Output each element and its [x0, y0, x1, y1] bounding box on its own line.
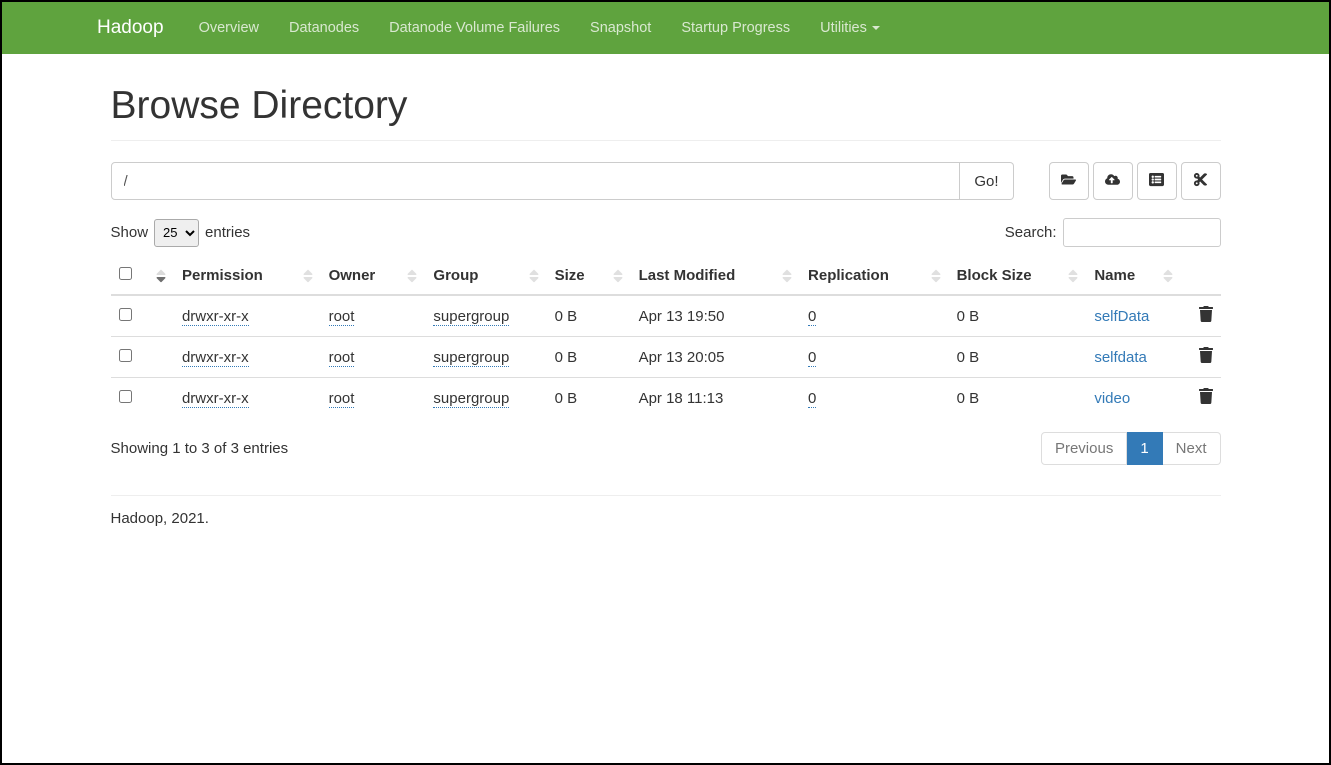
list-icon [1149, 172, 1164, 190]
sort-icon [780, 268, 794, 284]
copyright-text: Hadoop, 2021. [111, 510, 1221, 527]
search-input[interactable] [1063, 218, 1221, 247]
name-link[interactable]: video [1094, 390, 1130, 407]
toolbar-buttons [1049, 162, 1221, 200]
name-link[interactable]: selfData [1094, 308, 1149, 325]
sort-icon [611, 268, 625, 284]
navbar: Hadoop Overview Datanodes Datanode Volum… [2, 2, 1329, 54]
col-modified[interactable]: Last Modified [631, 257, 800, 295]
sort-icon [405, 268, 419, 284]
path-row: Go! [111, 162, 1221, 200]
trash-icon[interactable] [1199, 309, 1213, 326]
page-1-button[interactable]: 1 [1127, 432, 1162, 465]
col-name[interactable]: Name [1086, 257, 1180, 295]
row-checkbox[interactable] [119, 349, 132, 362]
row-checkbox[interactable] [119, 308, 132, 321]
permission-cell[interactable]: drwxr-xr-x [182, 308, 249, 326]
replication-cell[interactable]: 0 [808, 349, 816, 367]
nav-utilities[interactable]: Utilities [805, 4, 895, 52]
table-controls: Show 25 entries Search: [111, 218, 1221, 247]
cut-button[interactable] [1181, 162, 1221, 200]
nav-utilities-label: Utilities [820, 20, 867, 36]
divider [111, 140, 1221, 141]
navbar-brand[interactable]: Hadoop [97, 17, 164, 39]
path-input[interactable] [111, 162, 961, 200]
chevron-down-icon [872, 26, 880, 30]
page-title: Browse Directory [111, 84, 1221, 128]
divider [111, 495, 1221, 496]
table-footer: Showing 1 to 3 of 3 entries Previous 1 N… [111, 432, 1221, 465]
sort-icon [929, 268, 943, 284]
size-cell: 0 B [547, 378, 631, 419]
group-cell[interactable]: supergroup [433, 390, 509, 408]
group-cell[interactable]: supergroup [433, 308, 509, 326]
table-row: drwxr-xr-xrootsupergroup0 BApr 13 19:500… [111, 295, 1221, 337]
col-permission[interactable]: Permission [174, 257, 321, 295]
row-checkbox[interactable] [119, 390, 132, 403]
cut-icon [1193, 172, 1208, 190]
search-control: Search: [1005, 218, 1221, 247]
sort-icon[interactable] [154, 268, 168, 284]
file-table: Permission Owner Group Size Last Modifie… [111, 257, 1221, 418]
col-owner[interactable]: Owner [321, 257, 426, 295]
page-header: Browse Directory [111, 54, 1221, 140]
upload-button[interactable] [1093, 162, 1133, 200]
nav-volume-failures[interactable]: Datanode Volume Failures [374, 4, 575, 52]
trash-icon[interactable] [1199, 391, 1213, 408]
owner-cell[interactable]: root [329, 349, 355, 367]
permission-cell[interactable]: drwxr-xr-x [182, 390, 249, 408]
go-button[interactable]: Go! [960, 162, 1013, 200]
owner-cell[interactable]: root [329, 390, 355, 408]
folder-open-icon [1061, 172, 1076, 190]
modified-cell: Apr 13 19:50 [631, 295, 800, 337]
replication-cell[interactable]: 0 [808, 390, 816, 408]
modified-cell: Apr 13 20:05 [631, 337, 800, 378]
search-label: Search: [1005, 224, 1057, 241]
select-all-checkbox[interactable] [119, 267, 132, 280]
page-size-select[interactable]: 25 [154, 219, 199, 247]
col-replication[interactable]: Replication [800, 257, 949, 295]
blocksize-cell: 0 B [949, 378, 1087, 419]
size-cell: 0 B [547, 337, 631, 378]
group-cell[interactable]: supergroup [433, 349, 509, 367]
blocksize-cell: 0 B [949, 295, 1087, 337]
sort-icon [1161, 268, 1175, 284]
col-blocksize[interactable]: Block Size [949, 257, 1087, 295]
nav-overview[interactable]: Overview [184, 4, 274, 52]
table-row: drwxr-xr-xrootsupergroup0 BApr 13 20:050… [111, 337, 1221, 378]
table-row: drwxr-xr-xrootsupergroup0 BApr 18 11:130… [111, 378, 1221, 419]
sort-icon [301, 268, 315, 284]
entries-label: entries [205, 224, 250, 241]
nav-snapshot[interactable]: Snapshot [575, 4, 666, 52]
sort-icon [1066, 268, 1080, 284]
showing-info: Showing 1 to 3 of 3 entries [111, 440, 289, 457]
trash-icon[interactable] [1199, 350, 1213, 367]
previous-button[interactable]: Previous [1041, 432, 1127, 465]
size-cell: 0 B [547, 295, 631, 337]
open-folder-button[interactable] [1049, 162, 1089, 200]
pagination: Previous 1 Next [1041, 432, 1221, 465]
replication-cell[interactable]: 0 [808, 308, 816, 326]
length-control: Show 25 entries [111, 219, 251, 247]
blocksize-cell: 0 B [949, 337, 1087, 378]
modified-cell: Apr 18 11:13 [631, 378, 800, 419]
col-size[interactable]: Size [547, 257, 631, 295]
owner-cell[interactable]: root [329, 308, 355, 326]
nav-startup-progress[interactable]: Startup Progress [666, 4, 805, 52]
list-button[interactable] [1137, 162, 1177, 200]
permission-cell[interactable]: drwxr-xr-x [182, 349, 249, 367]
show-label: Show [111, 224, 149, 241]
col-group[interactable]: Group [425, 257, 546, 295]
path-input-group: Go! [111, 162, 1014, 200]
nav-datanodes[interactable]: Datanodes [274, 4, 374, 52]
name-link[interactable]: selfdata [1094, 349, 1147, 366]
sort-icon [527, 268, 541, 284]
next-button[interactable]: Next [1163, 432, 1221, 465]
upload-icon [1105, 172, 1120, 190]
